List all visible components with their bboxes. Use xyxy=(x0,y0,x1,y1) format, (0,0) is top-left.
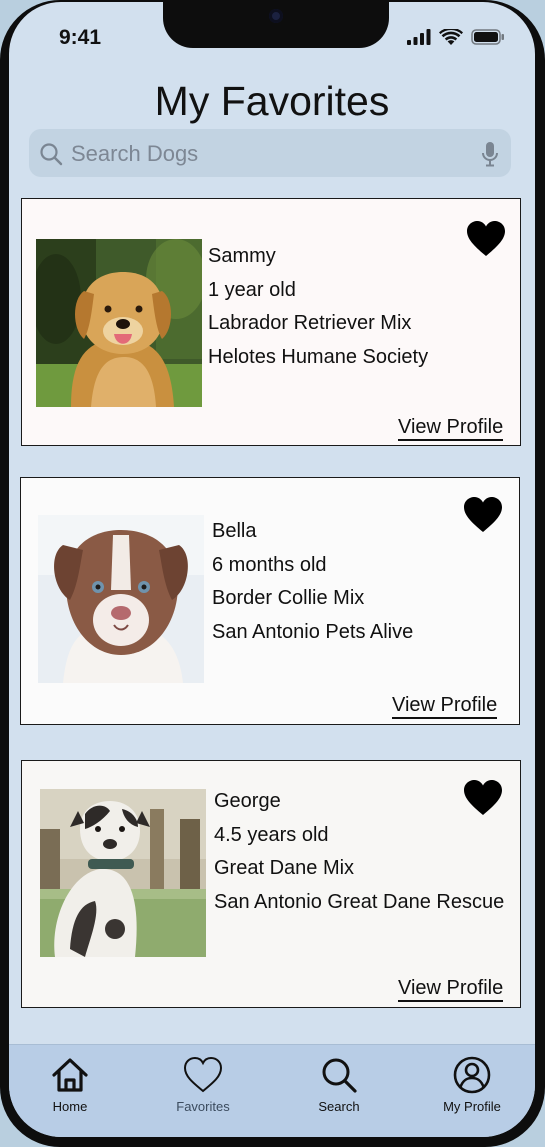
dog-info-george: George 4.5 years old Great Dane Mix San … xyxy=(214,785,504,919)
notch xyxy=(163,2,389,48)
dog-info-sammy: Sammy 1 year old Labrador Retriever Mix … xyxy=(208,240,428,374)
bottom-tab-bar: Home Favorites Search My Profile xyxy=(9,1044,535,1137)
cellular-signal-icon xyxy=(407,29,431,45)
tab-search-label: Search xyxy=(318,1099,360,1114)
phone-frame: 9:41 My Favorites Search Dogs Sammy 1 ye… xyxy=(0,0,545,1147)
favorite-heart-icon[interactable] xyxy=(463,497,503,533)
tab-my-profile-label: My Profile xyxy=(443,1099,501,1114)
favorite-heart-icon[interactable] xyxy=(466,221,506,257)
dog-photo-bella xyxy=(38,515,204,683)
tab-my-profile[interactable]: My Profile xyxy=(417,1055,527,1114)
status-icons xyxy=(407,27,505,47)
dog-age: 1 year old xyxy=(208,278,296,301)
dog-shelter: San Antonio Pets Alive xyxy=(212,620,414,643)
status-time: 9:41 xyxy=(59,26,102,49)
search-icon xyxy=(322,1058,357,1093)
view-profile-link[interactable]: View Profile xyxy=(398,416,504,441)
search-input[interactable] xyxy=(69,137,473,171)
search-bar[interactable] xyxy=(29,129,511,177)
heart-outline-icon xyxy=(183,1056,223,1093)
dog-breed: Border Collie Mix xyxy=(212,587,365,609)
dog-shelter: San Antonio Great Dane Rescue xyxy=(214,890,505,913)
tab-search[interactable]: Search xyxy=(284,1055,394,1114)
dog-name: George xyxy=(214,790,281,812)
wifi-icon xyxy=(439,28,463,45)
dog-breed: Labrador Retriever Mix xyxy=(208,312,412,334)
dog-photo-sammy xyxy=(36,239,202,407)
home-icon xyxy=(52,1058,88,1092)
profile-icon xyxy=(453,1056,491,1094)
tab-favorites[interactable]: Favorites xyxy=(148,1055,258,1114)
dog-info-bella: Bella 6 months old Border Collie Mix San… xyxy=(212,515,413,649)
dog-name: Sammy xyxy=(208,245,276,267)
tab-home[interactable]: Home xyxy=(15,1055,125,1114)
dog-age: 6 months old xyxy=(212,553,327,576)
dog-shelter: Helotes Humane Society xyxy=(208,345,429,368)
battery-icon xyxy=(471,29,504,45)
dog-name: Bella xyxy=(212,520,257,542)
camera-dot xyxy=(269,9,283,23)
page-title: My Favorites xyxy=(154,78,390,124)
dog-card-bella: Bella 6 months old Border Collie Mix San… xyxy=(20,477,520,725)
view-profile-link[interactable]: View Profile xyxy=(398,977,504,1002)
microphone-icon[interactable] xyxy=(481,141,499,167)
tab-home-label: Home xyxy=(52,1099,88,1114)
dog-card-sammy: Sammy 1 year old Labrador Retriever Mix … xyxy=(21,198,521,446)
app-screen: 9:41 My Favorites Search Dogs Sammy 1 ye… xyxy=(9,2,535,1137)
dog-photo-george xyxy=(40,789,206,957)
search-icon xyxy=(40,143,63,166)
dog-age: 4.5 years old xyxy=(214,823,329,846)
favorite-heart-icon[interactable] xyxy=(463,780,503,816)
dog-card-george: George 4.5 years old Great Dane Mix San … xyxy=(21,760,521,1008)
view-profile-link[interactable]: View Profile xyxy=(392,694,498,719)
dog-breed: Great Dane Mix xyxy=(214,857,355,879)
tab-favorites-label: Favorites xyxy=(176,1099,230,1114)
